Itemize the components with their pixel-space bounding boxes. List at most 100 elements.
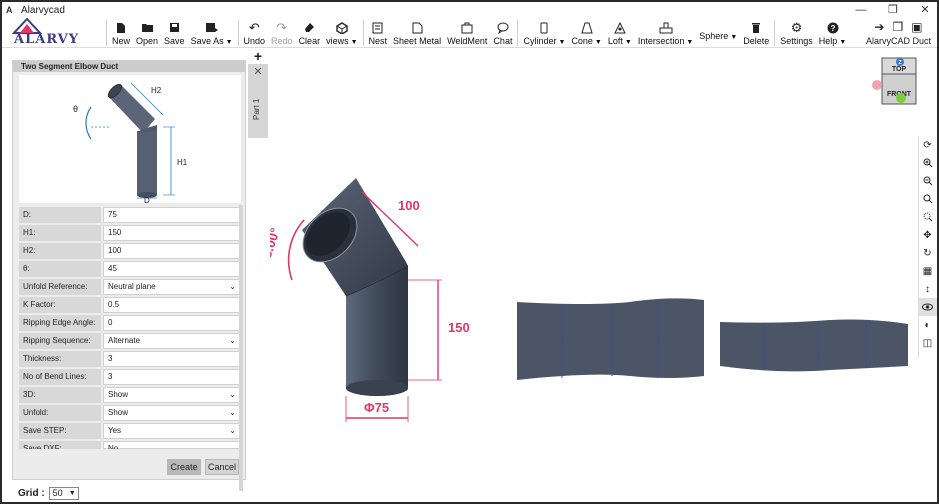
- intersection-button[interactable]: Intersection ▼: [635, 18, 696, 48]
- app-icon: A: [6, 5, 13, 15]
- eye-icon[interactable]: [918, 298, 937, 316]
- d-label: D: [144, 196, 150, 203]
- views-button[interactable]: views ▼: [323, 18, 360, 48]
- bend-lines-input[interactable]: 3: [103, 369, 241, 385]
- save-step-select[interactable]: Yes ⌄: [103, 423, 241, 439]
- new-button[interactable]: New: [109, 18, 133, 48]
- cylinder-button[interactable]: Cylinder ▼: [520, 18, 568, 48]
- show-3d-select[interactable]: Show ⌄: [103, 387, 241, 403]
- rotate-icon[interactable]: ⟳: [919, 136, 937, 154]
- refresh-icon[interactable]: ↻: [919, 244, 937, 262]
- axis-z-label: Z: [898, 60, 901, 66]
- save-as-button[interactable]: Save As ▼: [188, 18, 236, 48]
- intersection-icon: [659, 20, 673, 35]
- tab-part-1[interactable]: Part 1: [248, 80, 268, 138]
- save-dxf-select[interactable]: No ⌄: [103, 441, 241, 449]
- field-unfold-reference: Unfold Reference: Neutral plane ⌄: [19, 279, 241, 295]
- field-h2: H2: 100: [19, 243, 241, 259]
- field-save-step: Save STEP: Yes ⌄: [19, 423, 241, 439]
- minimize-icon[interactable]: —: [855, 2, 867, 18]
- grid-icon[interactable]: ▦: [919, 262, 937, 280]
- dim-h1-label: 150: [448, 320, 470, 335]
- h2-input[interactable]: 100: [103, 243, 241, 259]
- duct-icon[interactable]: ▣: [911, 20, 922, 34]
- unfold-pattern-2[interactable]: [720, 319, 908, 372]
- zoom-window-icon[interactable]: [919, 208, 937, 226]
- help-button[interactable]: ? Help ▼: [816, 18, 849, 48]
- part-tabs: + ✕ Part 1: [248, 48, 268, 138]
- zoom-in-icon[interactable]: [919, 154, 937, 172]
- trash-icon: [751, 20, 761, 35]
- field-thickness: Thickness: 3: [19, 351, 241, 367]
- field-3d: 3D: Show ⌄: [19, 387, 241, 403]
- 3d-viewport[interactable]: 45.00° 100 150 Φ75 TOP Z: [257, 48, 931, 482]
- h1-input[interactable]: 150: [103, 225, 241, 241]
- sheet-metal-button[interactable]: Sheet Metal: [390, 18, 444, 48]
- loft-button[interactable]: Loft ▼: [605, 18, 635, 48]
- theta-input[interactable]: 45: [103, 261, 241, 277]
- save-button[interactable]: Save: [161, 18, 188, 48]
- clear-button[interactable]: Clear: [296, 18, 324, 48]
- view-toolbar: ⟳ ✥ ↻ ▦ ↕ ◐ ◫: [918, 136, 937, 358]
- cone-icon: [580, 20, 593, 35]
- d-input[interactable]: 75: [103, 207, 241, 223]
- dim-angle-label: 45.00°: [270, 226, 283, 267]
- help-icon: ?: [827, 20, 839, 35]
- restore-icon[interactable]: ❐: [887, 2, 899, 18]
- dim-d-label: Φ75: [364, 400, 389, 415]
- delete-button[interactable]: Delete: [740, 18, 772, 48]
- pan-icon[interactable]: ✥: [919, 226, 937, 244]
- view-cube[interactable]: TOP FRONT Z: [872, 57, 931, 105]
- close-part-button[interactable]: ✕: [248, 64, 268, 80]
- property-grid: D: 75 H1: 150 H2: 100 θ: 45 Unfold Reference…: [19, 207, 241, 451]
- undo-button[interactable]: ↶ Undo: [241, 18, 269, 48]
- field-k-factor: K Factor: 0.5: [19, 297, 241, 313]
- thickness-input[interactable]: 3: [103, 351, 241, 367]
- add-part-button[interactable]: +: [248, 48, 268, 64]
- window-icon[interactable]: ❐: [892, 20, 903, 34]
- parameter-panel: Two Segment Elbow Duct θ H2 H1 D D: 75 H…: [12, 60, 246, 491]
- elbow-duct-model[interactable]: [293, 178, 409, 396]
- field-theta: θ: 45: [19, 261, 241, 277]
- chevron-down-icon: ▼: [68, 489, 76, 497]
- weldment-icon: [461, 20, 473, 35]
- chat-button[interactable]: Chat: [490, 18, 515, 48]
- contrast-icon[interactable]: ◐: [919, 316, 937, 334]
- ribbon-toolbar: ALARVY New Open Save Save As ▼ ↶ Undo ↷ R…: [2, 18, 937, 48]
- unfold-select[interactable]: Show ⌄: [103, 405, 241, 421]
- field-unfold: Unfold: Show ⌄: [19, 405, 241, 421]
- unfold-pattern-1[interactable]: [517, 298, 704, 380]
- unfold-reference-select[interactable]: Neutral plane ⌄: [103, 279, 241, 295]
- chevron-down-icon: ⌄: [229, 390, 236, 399]
- panel-scrollbar[interactable]: [239, 205, 243, 491]
- redo-button[interactable]: ↷ Redo: [268, 18, 296, 48]
- undo-icon: ↶: [248, 19, 260, 35]
- zoom-fit-icon[interactable]: [919, 190, 937, 208]
- ripping-edge-angle-input[interactable]: 0: [103, 315, 241, 331]
- gear-icon: ⚙: [790, 19, 803, 35]
- nest-button[interactable]: Nest: [366, 18, 391, 48]
- field-h1: H1: 150: [19, 225, 241, 241]
- k-factor-input[interactable]: 0.5: [103, 297, 241, 313]
- field-ripping-sequence: Ripping Sequence: Alternate ⌄: [19, 333, 241, 349]
- title-bar: A Alarvycad — ❐ ✕: [2, 2, 937, 18]
- field-ripping-edge-angle: Ripping Edge Angle: 0: [19, 315, 241, 331]
- open-button[interactable]: Open: [133, 18, 161, 48]
- weldment-button[interactable]: WeldMent: [444, 18, 490, 48]
- cone-button[interactable]: Cone ▼: [568, 18, 604, 48]
- settings-button[interactable]: ⚙ Settings: [777, 18, 816, 48]
- arrow-right-icon[interactable]: ➔: [874, 20, 884, 34]
- chevron-down-icon: ⌄: [229, 426, 236, 435]
- cancel-button[interactable]: Cancel: [205, 459, 239, 475]
- ripping-sequence-select[interactable]: Alternate ⌄: [103, 333, 241, 349]
- zoom-out-icon[interactable]: [919, 172, 937, 190]
- create-button[interactable]: Create: [167, 459, 201, 475]
- sphere-button[interactable]: Sphere ▼: [696, 18, 740, 48]
- loft-icon: [614, 20, 626, 35]
- logo-text: ALARVY: [14, 32, 80, 47]
- grid-size-select[interactable]: 50 ▼: [48, 486, 79, 500]
- vertical-arrows-icon[interactable]: ↕: [919, 280, 937, 298]
- close-icon[interactable]: ✕: [919, 2, 931, 18]
- layers-icon[interactable]: ◫: [919, 334, 937, 352]
- chevron-down-icon: ⌄: [229, 336, 236, 345]
